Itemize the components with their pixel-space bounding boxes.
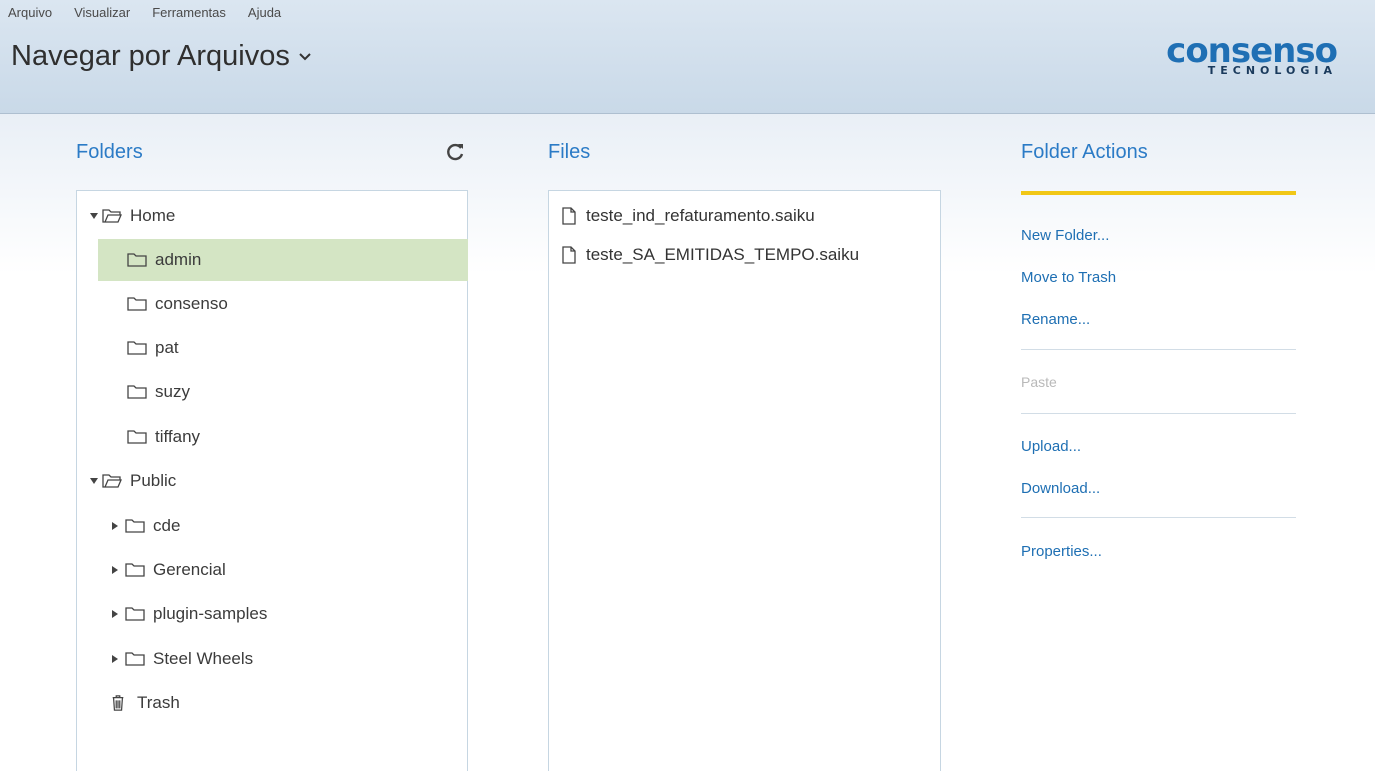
folder-icon — [127, 253, 147, 267]
divider — [1021, 413, 1296, 414]
refresh-icon[interactable] — [444, 141, 466, 163]
file-label: teste_ind_refaturamento.saiku — [586, 206, 815, 225]
folder-label: suzy — [155, 382, 190, 401]
folder-icon — [125, 519, 145, 533]
app-header: Arquivo Visualizar Ferramentas Ajuda Nav… — [0, 0, 1375, 114]
folder-open-icon — [102, 209, 122, 223]
caret-right-icon[interactable] — [111, 654, 119, 664]
files-panel: teste_ind_refaturamento.saiku teste_SA_E… — [548, 190, 941, 771]
folder-icon — [127, 385, 147, 399]
folder-icon — [125, 652, 145, 666]
divider — [1021, 517, 1296, 518]
caret-right-icon[interactable] — [111, 521, 119, 531]
folder-label: admin — [155, 250, 202, 269]
upload-link[interactable]: Upload... — [1021, 438, 1081, 455]
chevron-down-icon — [299, 52, 311, 60]
divider — [1021, 349, 1296, 350]
folder-home[interactable]: Home — [89, 195, 459, 237]
file-icon — [562, 246, 576, 264]
page-title: Navegar por Arquivos — [11, 40, 290, 72]
folder-admin[interactable]: admin — [98, 239, 468, 281]
folders-title: Folders — [76, 141, 143, 163]
folder-trash[interactable]: Trash — [111, 682, 481, 724]
file-label: teste_SA_EMITIDAS_TEMPO.saiku — [586, 245, 860, 264]
folder-label: cde — [153, 516, 181, 535]
folder-label: plugin-samples — [153, 604, 268, 623]
page-title-dropdown[interactable]: Navegar por Arquivos — [11, 40, 312, 73]
folder-actions-title: Folder Actions — [1021, 141, 1148, 163]
caret-down-icon[interactable] — [89, 477, 99, 485]
trash-icon — [112, 695, 124, 711]
folder-pat[interactable]: pat — [98, 327, 468, 369]
folder-label: Home — [130, 206, 176, 225]
folder-cde[interactable]: cde — [111, 505, 481, 547]
folder-icon — [127, 341, 147, 355]
caret-right-icon[interactable] — [111, 609, 119, 619]
folder-gerencial[interactable]: Gerencial — [111, 549, 481, 591]
folder-icon — [127, 430, 147, 444]
folder-label: tiffany — [155, 427, 201, 446]
menu-arquivo[interactable]: Arquivo — [8, 5, 52, 21]
properties-link[interactable]: Properties... — [1021, 543, 1102, 560]
caret-right-icon[interactable] — [111, 565, 119, 575]
file-icon — [562, 207, 576, 225]
folder-public[interactable]: Public — [89, 460, 459, 502]
folder-tiffany[interactable]: tiffany — [98, 416, 468, 458]
folder-icon — [125, 563, 145, 577]
logo: consenso TECNOLOGIA — [1166, 31, 1338, 77]
menu-visualizar[interactable]: Visualizar — [74, 5, 130, 21]
move-to-trash-link[interactable]: Move to Trash — [1021, 269, 1116, 286]
folder-consenso[interactable]: consenso — [98, 283, 468, 325]
folder-open-icon — [102, 474, 122, 488]
logo-brand: consenso — [1166, 31, 1338, 71]
actions-accent-bar — [1021, 191, 1296, 195]
file-item[interactable]: teste_SA_EMITIDAS_TEMPO.saiku — [562, 240, 859, 270]
folder-label: Steel Wheels — [153, 649, 254, 668]
menu-ajuda[interactable]: Ajuda — [248, 5, 281, 21]
folder-icon — [127, 297, 147, 311]
folder-label: Gerencial — [153, 560, 226, 579]
folders-panel: Home admin consenso pat suzy tiffany Pub… — [76, 190, 468, 771]
folder-label: Trash — [137, 693, 180, 712]
folder-steel-wheels[interactable]: Steel Wheels — [111, 638, 481, 680]
download-link[interactable]: Download... — [1021, 480, 1100, 497]
menu-bar: Arquivo Visualizar Ferramentas Ajuda — [8, 5, 303, 21]
menu-ferramentas[interactable]: Ferramentas — [152, 5, 226, 21]
folder-plugin-samples[interactable]: plugin-samples — [111, 593, 481, 635]
folder-label: pat — [155, 338, 179, 357]
rename-link[interactable]: Rename... — [1021, 311, 1090, 328]
folder-label: Public — [130, 471, 177, 490]
caret-down-icon[interactable] — [89, 212, 99, 220]
new-folder-link[interactable]: New Folder... — [1021, 227, 1109, 244]
folder-icon — [125, 607, 145, 621]
folder-suzy[interactable]: suzy — [98, 371, 468, 413]
paste-link: Paste — [1021, 374, 1057, 390]
file-item[interactable]: teste_ind_refaturamento.saiku — [562, 201, 815, 231]
folder-label: consenso — [155, 294, 228, 313]
files-title: Files — [548, 141, 591, 163]
